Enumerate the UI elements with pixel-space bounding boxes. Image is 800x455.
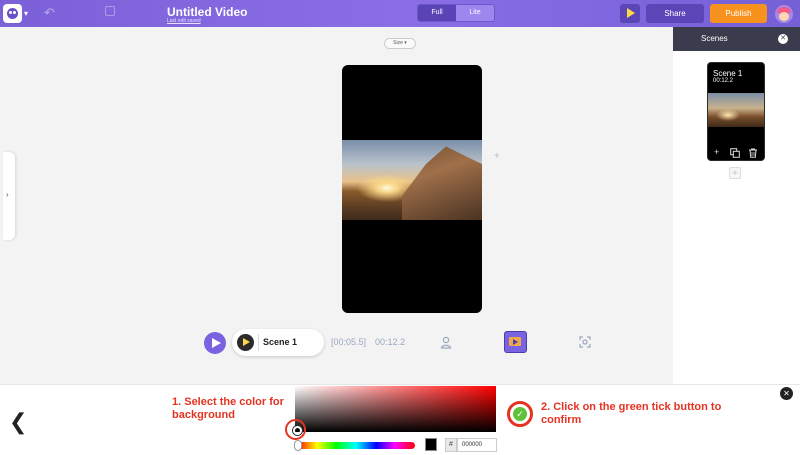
- mode-lite-button[interactable]: Lite: [456, 5, 494, 21]
- history-icon[interactable]: [105, 6, 115, 16]
- annotation-step-2: 2. Click on the green tick button to con…: [541, 401, 722, 426]
- play-icon: [243, 338, 250, 346]
- logo-eye: [9, 11, 12, 14]
- share-button[interactable]: Share: [646, 4, 704, 23]
- video-canvas[interactable]: [342, 65, 482, 313]
- scene-card-name: Scene 1: [713, 69, 743, 78]
- user-avatar[interactable]: [775, 5, 793, 23]
- add-icon[interactable]: +: [714, 147, 719, 157]
- app-logo-icon[interactable]: [3, 4, 22, 23]
- media-library-icon[interactable]: [504, 331, 527, 353]
- chevron-down-icon[interactable]: ▾: [24, 9, 28, 18]
- scene-card[interactable]: Scene 1 00:12.2 +: [707, 62, 765, 161]
- logo-eye: [13, 11, 16, 14]
- trash-icon[interactable]: [748, 148, 758, 158]
- play-icon: [212, 338, 221, 348]
- add-element-icon[interactable]: +: [494, 151, 500, 162]
- scenes-header: Scenes ✕: [673, 27, 800, 51]
- elapsed-time: [00:05.5]: [331, 337, 367, 347]
- undo-icon[interactable]: ↶: [44, 5, 55, 21]
- back-arrow-icon[interactable]: ❮: [9, 409, 27, 435]
- add-scene-button[interactable]: +: [729, 167, 741, 179]
- camera-focus-icon[interactable]: [579, 336, 591, 348]
- mode-full-button[interactable]: Full: [418, 5, 456, 21]
- hue-slider-knob[interactable]: [294, 440, 302, 451]
- scene-play-button[interactable]: [237, 334, 254, 351]
- chevron-right-icon: ›: [6, 190, 9, 199]
- mode-toggle: Full Lite: [417, 4, 495, 22]
- hue-slider[interactable]: [297, 442, 415, 449]
- scene-label: Scene 1: [263, 337, 298, 347]
- confirm-checkmark-button[interactable]: ✓: [513, 407, 527, 421]
- left-panel-toggle[interactable]: ›: [3, 152, 15, 240]
- mountain-shape: [402, 146, 482, 220]
- saturation-field[interactable]: [295, 386, 496, 432]
- save-status: Last edit saved: [167, 18, 201, 24]
- annotation-step-1: 1. Select the color for background: [172, 396, 284, 421]
- hex-color-input[interactable]: 000000: [457, 438, 497, 452]
- scene-card-duration: 00:12.2: [713, 78, 734, 84]
- hex-prefix: #: [445, 438, 457, 452]
- scene-selector[interactable]: Scene 1: [232, 329, 324, 356]
- video-title[interactable]: Untitled Video: [167, 5, 247, 19]
- divider: [258, 334, 259, 351]
- scenes-panel: Scenes ✕ Scene 1 00:12.2 + +: [673, 27, 800, 384]
- character-icon[interactable]: [440, 336, 452, 349]
- preview-button[interactable]: [620, 4, 640, 23]
- play-icon: [513, 339, 518, 345]
- canvas-size-dropdown[interactable]: Size ▾: [384, 38, 416, 49]
- color-picker-handle[interactable]: [293, 426, 302, 435]
- current-color-swatch: [425, 438, 437, 451]
- play-button[interactable]: [204, 332, 226, 354]
- duplicate-icon[interactable]: [730, 148, 740, 158]
- top-bar: ▾ ↶ Untitled Video Last edit saved Full …: [0, 0, 800, 27]
- total-time: 00:12.2: [375, 337, 406, 347]
- background-image[interactable]: [342, 140, 482, 220]
- publish-button[interactable]: Publish: [710, 4, 767, 23]
- avatar-head: [779, 12, 789, 21]
- close-icon[interactable]: ✕: [778, 34, 788, 44]
- play-icon: [627, 8, 635, 18]
- scene-thumbnail: [708, 93, 764, 127]
- scenes-title: Scenes: [701, 34, 728, 43]
- close-icon[interactable]: ✕: [780, 387, 793, 400]
